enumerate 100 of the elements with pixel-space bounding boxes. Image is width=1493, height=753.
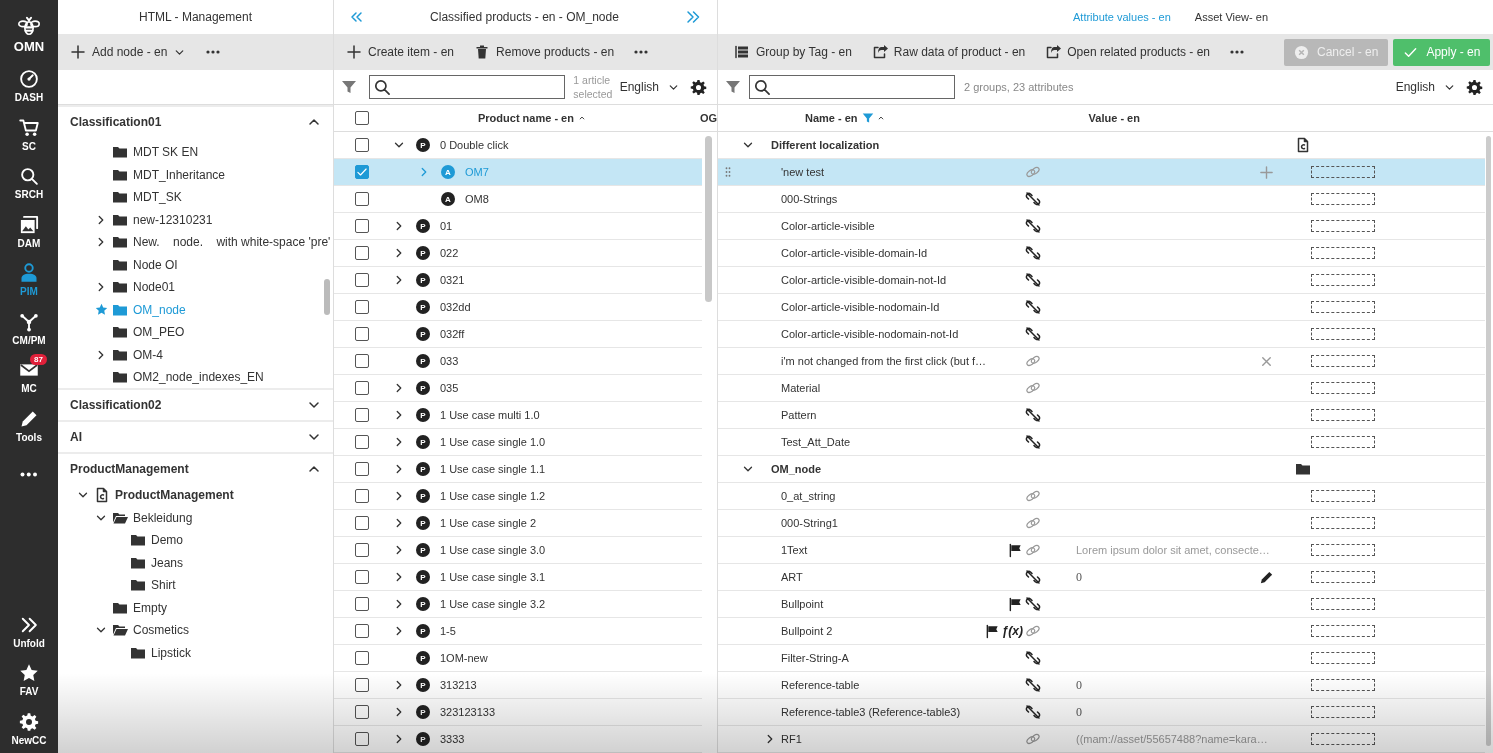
scrollbar-thumb[interactable] [705,136,712,302]
product-row[interactable]: A OM8 [334,186,702,213]
product-row[interactable]: P 032dd [334,294,702,321]
search-field[interactable] [369,75,566,99]
empty-slot[interactable] [1311,598,1375,610]
product-row[interactable]: P 1-5 [334,618,702,645]
empty-slot[interactable] [1311,490,1375,502]
toolbar-button[interactable]: Create item - en [346,38,455,66]
checkbox[interactable] [355,732,369,746]
empty-slot[interactable] [1311,274,1375,286]
attribute-row[interactable]: 'new test [718,159,1485,186]
toolbar-button[interactable]: Remove products - en [474,38,615,66]
star-icon[interactable] [94,303,108,317]
empty-slot[interactable] [1311,679,1375,691]
empty-slot[interactable] [1311,571,1375,583]
checkbox[interactable] [355,273,369,287]
broken-link-icon[interactable] [1025,650,1041,666]
product-row[interactable]: P 323123133 [334,699,702,726]
empty-slot[interactable] [1311,193,1375,205]
empty-slot[interactable] [1311,409,1375,421]
tree-item[interactable]: Empty [133,600,167,615]
tree-item[interactable]: New. node. with white-space 'pre' [133,235,331,250]
attribute-row[interactable]: Filter-String-A [718,645,1485,672]
tree-item[interactable]: Jeans [151,555,184,570]
empty-slot[interactable] [1311,328,1375,340]
pencil-icon[interactable] [1258,569,1274,585]
product-row[interactable]: P 01 [334,213,702,240]
tab[interactable]: Asset View- en [1194,11,1268,23]
checkbox[interactable] [355,570,369,584]
empty-slot[interactable] [1311,355,1375,367]
product-row[interactable]: P 1OM-new [334,645,702,672]
language-dropdown[interactable]: English [619,80,680,94]
tree-item[interactable]: new-12310231 [133,212,213,227]
toolbar-button[interactable]: Open related products - en [1045,38,1211,66]
nav-button[interactable]: Unfold [0,607,58,656]
broken-link-icon[interactable] [1025,245,1041,261]
product-row[interactable]: P 1 Use case single 3.0 [334,537,702,564]
attribute-row[interactable]: Reference-table3 (Reference-table3) 0 [718,699,1485,726]
product-row[interactable]: P 313213 [334,672,702,699]
nav-button[interactable]: SRCH [0,159,58,208]
section-header[interactable]: Classification01 [58,105,333,137]
tree-item[interactable]: Shirt [151,578,176,593]
product-row[interactable]: P 035 [334,375,702,402]
product-row[interactable]: P 1 Use case single 2 [334,510,702,537]
column-header[interactable]: Value - en [1088,112,1140,124]
tree-item[interactable]: Demo [151,533,183,548]
column-header[interactable]: Product name - en [478,112,574,124]
filter-icon[interactable] [725,79,741,95]
tree-item[interactable]: Node01 [133,280,176,295]
section-header[interactable]: AI [58,420,333,452]
tree-item[interactable]: Lipstick [151,645,191,660]
nav-button[interactable]: MC 87 [0,353,58,402]
product-row[interactable]: P 1 Use case multi 1.0 [334,402,702,429]
empty-slot[interactable] [1311,382,1375,394]
empty-slot[interactable] [1311,706,1375,718]
empty-slot[interactable] [1311,733,1375,745]
attribute-row[interactable]: Color-article-visible-domain-not-Id [718,267,1485,294]
broken-link-icon[interactable] [1025,569,1041,585]
broken-link-icon[interactable] [1025,191,1041,207]
attribute-row[interactable]: Color-article-visible-nodomain-not-Id [718,321,1485,348]
toolbar-button[interactable]: Group by Tag - en [734,38,852,66]
checkbox[interactable] [355,651,369,665]
nav-button[interactable]: DAM [0,207,58,256]
product-row[interactable]: P 032ff [334,321,702,348]
product-row[interactable]: P 022 [334,240,702,267]
attribute-row[interactable]: 1Text Lorem ipsum dolor sit amet, consecte… [718,537,1485,564]
checkbox[interactable] [355,192,369,206]
product-row[interactable]: P 1 Use case single 1.2 [334,483,702,510]
checkbox[interactable] [355,138,369,152]
attribute-row[interactable]: 000-Strings [718,186,1485,213]
attribute-row[interactable]: Bullpoint 2 ƒ(x) [718,618,1485,645]
empty-slot[interactable] [1311,247,1375,259]
checkbox[interactable] [355,597,369,611]
attribute-row[interactable]: 0_at_string [718,483,1485,510]
tree-item[interactable]: ProductManagement [115,488,234,503]
checkbox[interactable] [355,408,369,422]
checkbox[interactable] [355,678,369,692]
search-field[interactable] [749,75,955,99]
nav-button[interactable]: Tools [0,401,58,450]
section-header[interactable]: ProductManagement [58,452,333,484]
tree-item[interactable]: MDT SK EN [133,145,199,160]
nav-button[interactable]: NewCC [0,704,58,753]
checkbox[interactable] [355,381,369,395]
nav-button[interactable]: CM/PM [0,304,58,353]
section-header[interactable]: Classification02 [58,388,333,420]
product-row[interactable]: P 0321 [334,267,702,294]
checkbox[interactable] [355,435,369,449]
scrollbar-thumb[interactable] [324,279,330,315]
checkbox[interactable] [355,705,369,719]
tree-item[interactable]: OM-4 [133,347,163,362]
attribute-row[interactable]: Color-article-visible [718,213,1485,240]
link-icon[interactable] [1025,380,1041,396]
checkbox[interactable] [355,354,369,368]
tree-item[interactable]: Bekleidung [133,510,193,525]
product-row[interactable]: P 1 Use case single 1.1 [334,456,702,483]
column-header[interactable]: Name - en [805,112,858,124]
link-icon[interactable] [1025,542,1041,558]
checkbox[interactable] [355,111,369,125]
language-dropdown[interactable]: English [1395,80,1456,94]
checkbox[interactable] [355,165,369,179]
